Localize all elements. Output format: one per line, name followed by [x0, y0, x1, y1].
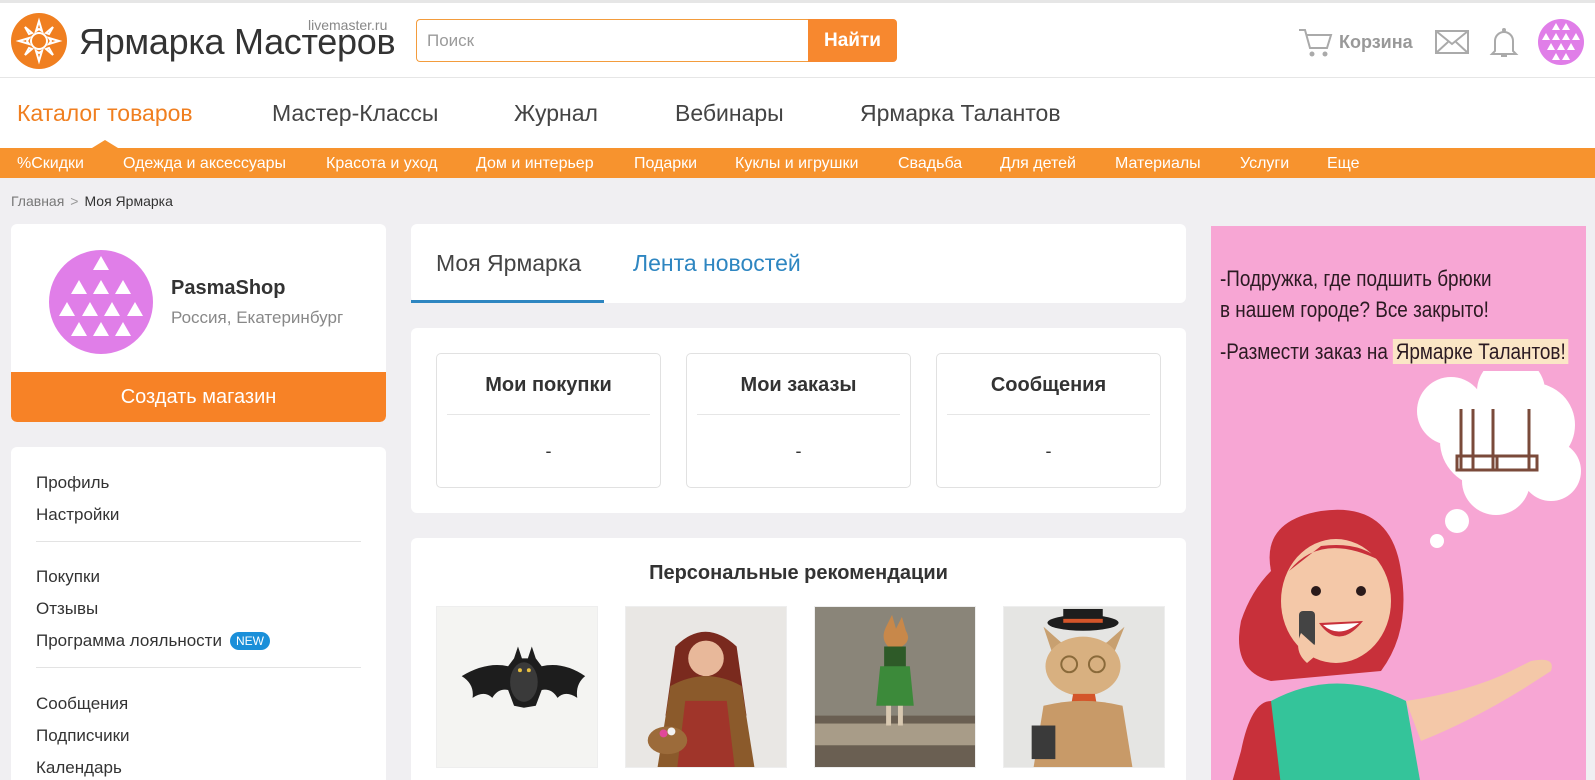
stat-value: - — [795, 441, 802, 461]
header: livemaster.ru Ярмарка Мастеров Найти Кор… — [0, 0, 1595, 78]
category-item[interactable]: Для детей — [1000, 155, 1076, 173]
breadcrumb: Главная > Моя Ярмарка — [11, 193, 173, 209]
user-avatar[interactable] — [1538, 19, 1584, 65]
menu-label: Отзывы — [36, 599, 99, 618]
profile-name[interactable]: PasmaShop — [171, 277, 285, 300]
mail-icon[interactable] — [1434, 25, 1470, 59]
banner-line: в нашем городе? Все закрыто! — [1220, 297, 1489, 322]
banner-line-prefix: -Размести заказ на — [1220, 339, 1394, 364]
new-badge: NEW — [229, 632, 270, 650]
menu-profile[interactable]: Профиль — [36, 473, 109, 493]
bell-icon[interactable] — [1486, 25, 1522, 59]
menu-subscribers[interactable]: Подписчики — [36, 726, 130, 746]
logo-icon[interactable] — [11, 13, 67, 69]
recommendations-card: Персональные рекомендации — [411, 538, 1186, 780]
product-fox-figure-image[interactable] — [814, 606, 976, 768]
stat-title: Мои покупки — [485, 374, 612, 396]
product-doll-image[interactable] — [625, 606, 787, 768]
stat-title: Мои заказы — [740, 374, 857, 396]
nav-webinars[interactable]: Вебинары — [675, 100, 784, 127]
menu-messages[interactable]: Сообщения — [36, 694, 128, 714]
stats-card: Мои покупки - Мои заказы - Сообщения - — [411, 328, 1186, 513]
breadcrumb-separator: > — [70, 193, 79, 209]
stat-orders[interactable]: Мои заказы - — [686, 353, 911, 488]
recommendations-title: Персональные рекомендации — [649, 562, 948, 584]
banner-illustration — [1232, 371, 1581, 780]
banner-line: -Размести заказ на Ярмарке Талантов! — [1220, 336, 1569, 367]
menu-divider — [36, 667, 361, 668]
stat-value: - — [1045, 441, 1052, 461]
menu-purchases[interactable]: Покупки — [36, 567, 100, 587]
category-item[interactable]: Красота и уход — [326, 155, 437, 173]
breadcrumb-home[interactable]: Главная — [11, 193, 64, 209]
search-bar: Найти — [416, 19, 897, 62]
cart-label: Корзина — [1339, 31, 1413, 52]
breadcrumb-current: Моя Ярмарка — [84, 193, 173, 209]
category-bar: %Скидки Одежда и аксессуары Красота и ух… — [0, 148, 1595, 178]
banner-text: -Подружка, где подшить брюки в нашем гор… — [1220, 263, 1569, 378]
active-nav-indicator — [92, 140, 118, 148]
menu-label: Подписчики — [36, 726, 130, 745]
menu-reviews[interactable]: Отзывы — [36, 599, 98, 619]
profile-card: PasmaShop Россия, Екатеринбург Создать м… — [11, 224, 386, 422]
product-cat-figure-image[interactable] — [1003, 606, 1165, 768]
category-item[interactable]: Еще — [1327, 155, 1360, 173]
nav-journal[interactable]: Журнал — [514, 100, 598, 127]
tab-news-feed[interactable]: Лента новостей — [633, 250, 801, 277]
menu-label: Профиль — [36, 473, 110, 492]
category-item[interactable]: Одежда и аксессуары — [123, 155, 286, 173]
category-item[interactable]: Дом и интерьер — [476, 155, 594, 173]
menu-label: Настройки — [36, 505, 120, 524]
menu-divider — [36, 541, 361, 542]
talents-banner[interactable]: -Подружка, где подшить брюки в нашем гор… — [1211, 226, 1586, 780]
search-input[interactable] — [416, 19, 809, 62]
banner-line: -Подружка, где подшить брюки — [1220, 266, 1492, 291]
stat-messages[interactable]: Сообщения - — [936, 353, 1161, 488]
nav-talents[interactable]: Ярмарка Талантов — [860, 100, 1061, 127]
side-menu: Профиль Настройки Покупки Отзывы Програм… — [11, 447, 386, 780]
menu-label: Сообщения — [36, 694, 129, 713]
stat-divider — [697, 414, 900, 415]
active-tab-indicator — [411, 300, 604, 303]
product-bat-toy-image[interactable] — [436, 606, 598, 768]
logo-text[interactable]: Ярмарка Мастеров — [79, 21, 396, 63]
stat-purchases[interactable]: Мои покупки - — [436, 353, 661, 488]
category-item[interactable]: Материалы — [1115, 155, 1201, 173]
menu-calendar[interactable]: Календарь — [36, 758, 122, 778]
nav-catalog[interactable]: Каталог товаров — [17, 100, 193, 127]
menu-loyalty[interactable]: Программа лояльности NEW — [36, 631, 270, 651]
stat-divider — [447, 414, 650, 415]
category-item[interactable]: Услуги — [1240, 155, 1289, 173]
category-item[interactable]: %Скидки — [17, 155, 84, 173]
nav-master-classes[interactable]: Мастер-Классы — [272, 100, 438, 127]
menu-label: Календарь — [36, 758, 122, 777]
menu-label: Покупки — [36, 567, 100, 586]
stat-value: - — [545, 441, 552, 461]
category-item[interactable]: Подарки — [634, 155, 697, 173]
menu-settings[interactable]: Настройки — [36, 505, 119, 525]
stat-title: Сообщения — [990, 374, 1107, 396]
create-shop-button[interactable]: Создать магазин — [11, 372, 386, 422]
menu-label: Программа лояльности — [36, 631, 222, 650]
main-nav: Каталог товаров Мастер-Классы Журнал Веб… — [0, 78, 1595, 148]
banner-highlight: Ярмарке Талантов! — [1393, 339, 1569, 364]
cart-link[interactable]: Корзина — [1297, 25, 1413, 59]
profile-avatar[interactable] — [49, 250, 153, 354]
stat-divider — [947, 414, 1150, 415]
cart-icon — [1299, 29, 1333, 57]
category-item[interactable]: Свадьба — [898, 155, 962, 173]
tabs-bar: Моя Ярмарка Лента новостей — [411, 224, 1186, 303]
search-button[interactable]: Найти — [808, 19, 897, 62]
category-item[interactable]: Куклы и игрушки — [735, 155, 858, 173]
profile-location: Россия, Екатеринбург — [171, 308, 344, 327]
tab-my-fair[interactable]: Моя Ярмарка — [436, 250, 581, 277]
